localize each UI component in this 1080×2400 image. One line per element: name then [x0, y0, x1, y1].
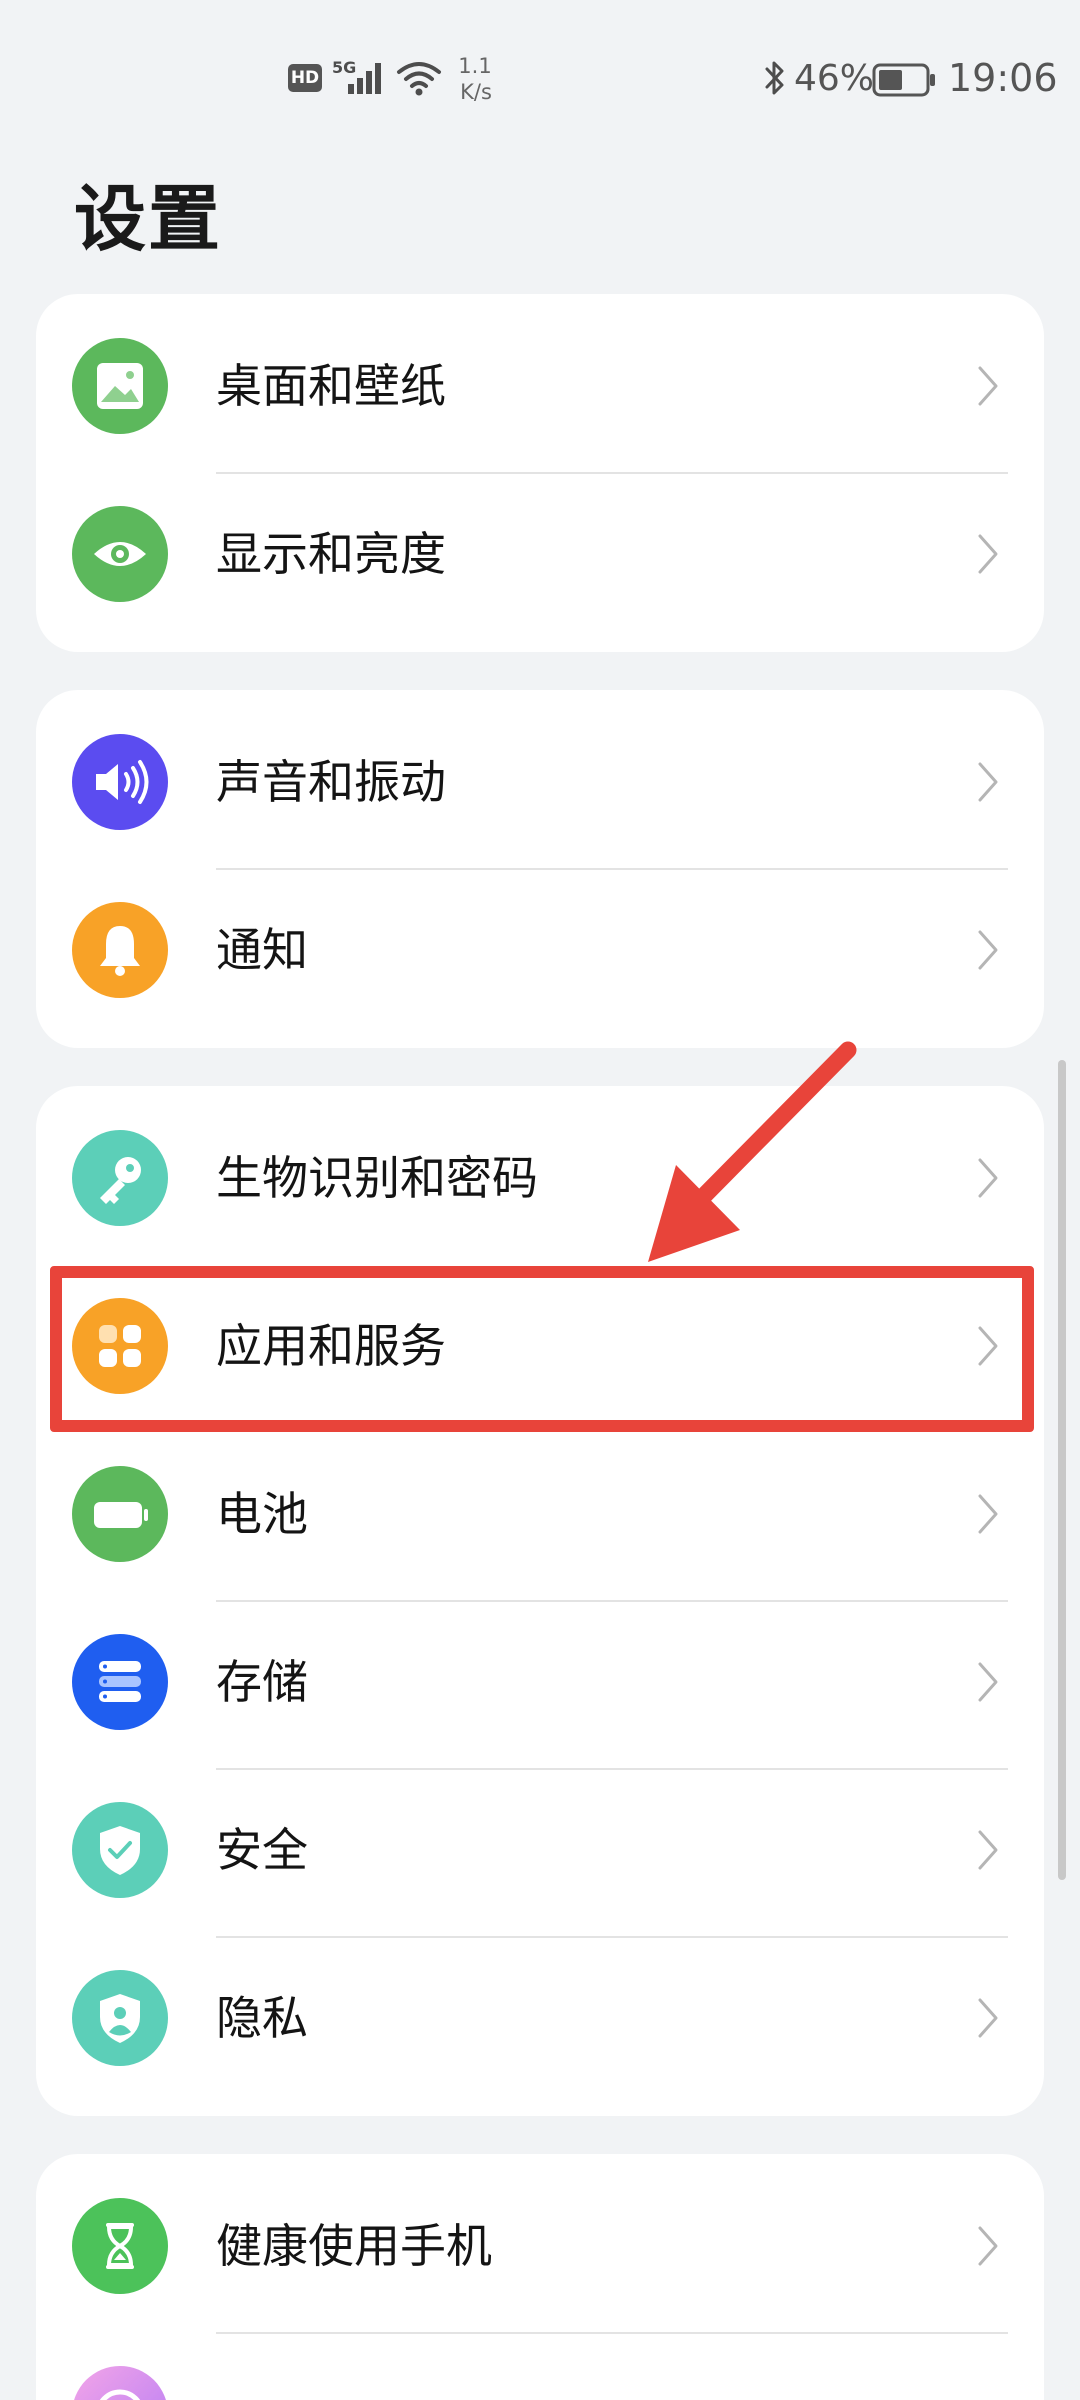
- settings-screen: HD 5G 1.1 K/s 46% 19:06 设置 桌面和壁纸 显示和亮度 声…: [0, 0, 1080, 2400]
- scrollbar[interactable]: [1058, 1060, 1066, 1880]
- arrow-annotation: [648, 1041, 857, 1262]
